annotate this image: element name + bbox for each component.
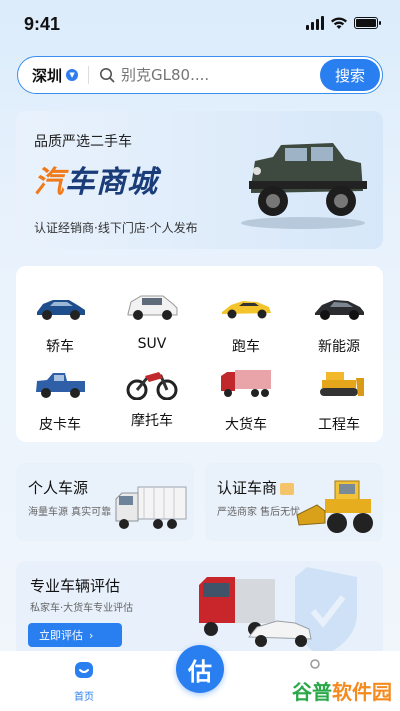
status-icons (306, 16, 381, 30)
search-icon (100, 68, 115, 83)
city-label: 深圳 (32, 66, 63, 85)
watermark: 谷普软件园 (292, 676, 392, 705)
category-label: 新能源 (318, 339, 360, 355)
category-pickup[interactable]: 皮卡车 (20, 366, 100, 434)
banner-tags: 认证经销商·线下门店·个人发布 (34, 221, 198, 235)
category-label: 大货车 (225, 417, 267, 433)
category-suv[interactable]: SUV (112, 288, 192, 352)
card-title: 认证车商 (217, 477, 295, 498)
tab-home[interactable]: 首页 (62, 659, 106, 703)
certified-dealers-card[interactable]: 认证车商 严选商家 售后无忧 (205, 463, 383, 541)
chevron-right-icon: › (89, 628, 94, 642)
home-icon (75, 662, 93, 678)
category-panel: 轿车 SUV 跑车 新能源 皮卡车 摩托车 大货车 工程车 (16, 266, 383, 442)
ev-icon (315, 300, 364, 320)
category-label: 工程车 (318, 417, 360, 433)
status-time: 9:41 (24, 14, 61, 34)
category-truck[interactable]: 大货车 (206, 366, 286, 434)
category-label: 轿车 (46, 339, 74, 355)
category-label: 跑车 (232, 339, 260, 355)
category-label: SUV (137, 336, 167, 352)
badge-icon (280, 482, 295, 495)
divider (88, 66, 90, 84)
eval-subtitle: 私家车·大货车专业评估 (30, 603, 134, 614)
card-subtitle: 严选商家 售后无忧 (217, 507, 301, 518)
search-button[interactable]: 搜索 (320, 59, 380, 91)
bulldozer-icon (320, 372, 364, 396)
category-sedan[interactable]: 轿车 (20, 288, 100, 356)
card-title-text: 认证车商 (217, 479, 278, 497)
search-bar: 深圳 ▼ 搜索 (17, 56, 383, 94)
sedan-icon (37, 300, 85, 320)
category-ev[interactable]: 新能源 (299, 288, 379, 356)
wifi-icon (331, 17, 347, 29)
card-subtitle: 海量车源 真实可靠 (28, 507, 112, 518)
category-bulldozer[interactable]: 工程车 (299, 366, 379, 434)
search-input[interactable] (121, 66, 312, 84)
chevron-down-icon: ▼ (66, 69, 79, 81)
category-label: 摩托车 (131, 413, 173, 429)
battery-icon (354, 17, 381, 29)
status-bar: 9:41 (0, 0, 400, 50)
banner-title-accent: 汽 (34, 165, 65, 200)
tab-estimate[interactable]: 估 (176, 645, 224, 693)
watermark-part2: 软件园 (332, 680, 392, 704)
motorcycle-icon (126, 372, 178, 401)
banner-title: 汽车商城 (34, 157, 158, 201)
category-label: 皮卡车 (39, 417, 81, 433)
suv-icon (127, 295, 178, 320)
banner-title-rest: 车商城 (65, 165, 158, 200)
promo-banner[interactable]: 品质严选二手车 汽车商城 认证经销商·线下门店·个人发布 (16, 111, 383, 249)
truck-icon (221, 370, 271, 397)
category-motorcycle[interactable]: 摩托车 (112, 362, 192, 430)
truck-image (115, 486, 187, 529)
city-selector[interactable]: 深圳 ▼ (32, 65, 79, 86)
signal-icon (306, 16, 324, 30)
evaluate-now-button[interactable]: 立即评估 › (28, 623, 122, 647)
jeep-image (241, 143, 367, 229)
card-title: 个人车源 (28, 479, 89, 497)
pickup-icon (36, 373, 85, 398)
banner-subtitle: 品质严选二手车 (34, 134, 132, 150)
eval-title: 专业车辆评估 (30, 577, 121, 595)
loader-image (296, 480, 373, 533)
watermark-part1: 谷普 (292, 680, 332, 704)
category-sportscar[interactable]: 跑车 (206, 288, 286, 356)
personal-listings-card[interactable]: 个人车源 海量车源 真实可靠 (16, 463, 194, 541)
evaluate-now-label: 立即评估 (39, 629, 83, 642)
user-icon[interactable] (305, 657, 325, 677)
sportscar-icon (222, 301, 271, 319)
evaluation-image (199, 567, 357, 657)
tab-home-label: 首页 (74, 692, 94, 703)
